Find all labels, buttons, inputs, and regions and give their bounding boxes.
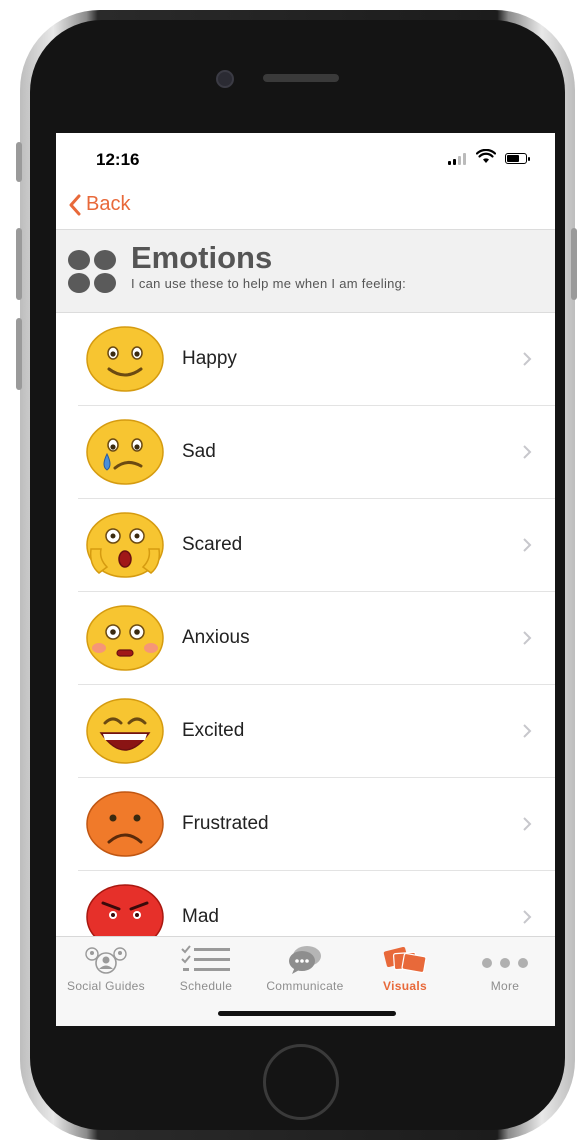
back-button[interactable]: Back [68, 193, 130, 216]
list-item-frustrated[interactable]: Frustrated [56, 778, 555, 871]
list-item-label: Sad [182, 441, 216, 462]
list-item-label: Scared [182, 534, 243, 555]
cellular-signal-icon [448, 153, 466, 165]
list-item-scared[interactable]: Scared [56, 499, 555, 592]
schedule-icon [181, 945, 230, 971]
tab-social-guides[interactable]: Social Guides [56, 941, 156, 1001]
chevron-right-icon [523, 445, 532, 459]
chevron-right-icon [523, 631, 532, 645]
tab-label: More [490, 979, 520, 993]
chevron-right-icon [523, 352, 532, 366]
sad-face-icon [86, 419, 164, 485]
chevron-right-icon [523, 910, 532, 924]
list-item-happy[interactable]: Happy [56, 313, 555, 406]
tab-visuals[interactable]: Visuals [355, 941, 455, 1001]
more-icon [482, 958, 528, 968]
happy-face-icon [86, 326, 164, 392]
tab-label: Visuals [383, 979, 427, 993]
emotions-faces-icon [68, 250, 120, 294]
list-item-label: Excited [182, 720, 245, 741]
emotions-list: Happy Sad Scared Anxious Excited Frustra… [56, 313, 555, 936]
scared-face-icon [86, 512, 164, 578]
visuals-icon [383, 947, 427, 974]
tab-label: Social Guides [67, 979, 145, 993]
tab-communicate[interactable]: Communicate [255, 941, 355, 1001]
social-guides-icon [85, 947, 127, 974]
excited-face-icon [86, 698, 164, 764]
status-time: 12:16 [96, 150, 140, 169]
list-item-excited[interactable]: Excited [56, 685, 555, 778]
frustrated-face-icon [86, 791, 164, 857]
app-screen: 12:16 Back Emotions I can use these to h… [56, 133, 555, 1026]
list-item-label: Happy [182, 348, 237, 369]
list-item-sad[interactable]: Sad [56, 406, 555, 499]
page-title: Emotions [131, 240, 273, 275]
chevron-right-icon [523, 817, 532, 831]
battery-icon [505, 153, 530, 164]
list-item-label: Frustrated [182, 813, 269, 834]
mute-switch [16, 142, 22, 182]
chevron-right-icon [523, 724, 532, 738]
list-item-anxious[interactable]: Anxious [56, 592, 555, 685]
wifi-icon [476, 149, 496, 163]
home-indicator [218, 1011, 396, 1016]
home-button[interactable] [263, 1044, 339, 1120]
status-bar: 12:16 [56, 133, 555, 185]
mad-face-icon [86, 884, 164, 936]
tab-more[interactable]: More [455, 941, 555, 1001]
tab-label: Communicate [266, 979, 344, 993]
chevron-right-icon [523, 538, 532, 552]
volume-down-button [16, 318, 22, 390]
chevron-left-icon [69, 194, 81, 215]
tab-bar: Social Guides Schedule Communicate Visua… [56, 936, 555, 1026]
power-button [571, 228, 577, 300]
anxious-face-icon [86, 605, 164, 671]
back-button-label: Back [86, 193, 131, 215]
front-camera [216, 70, 234, 88]
page-subtitle: I can use these to help me when I am fee… [131, 276, 407, 291]
communicate-icon [289, 946, 321, 974]
tab-schedule[interactable]: Schedule [156, 941, 256, 1001]
earpiece-speaker [263, 74, 339, 82]
emotions-header: Emotions I can use these to help me when… [56, 229, 555, 313]
list-item-label: Mad [182, 906, 219, 927]
list-item-label: Anxious [182, 627, 250, 648]
navigation-bar: Back [56, 185, 555, 229]
list-item-mad[interactable]: Mad [56, 871, 555, 936]
volume-up-button [16, 228, 22, 300]
tab-label: Schedule [179, 979, 233, 993]
